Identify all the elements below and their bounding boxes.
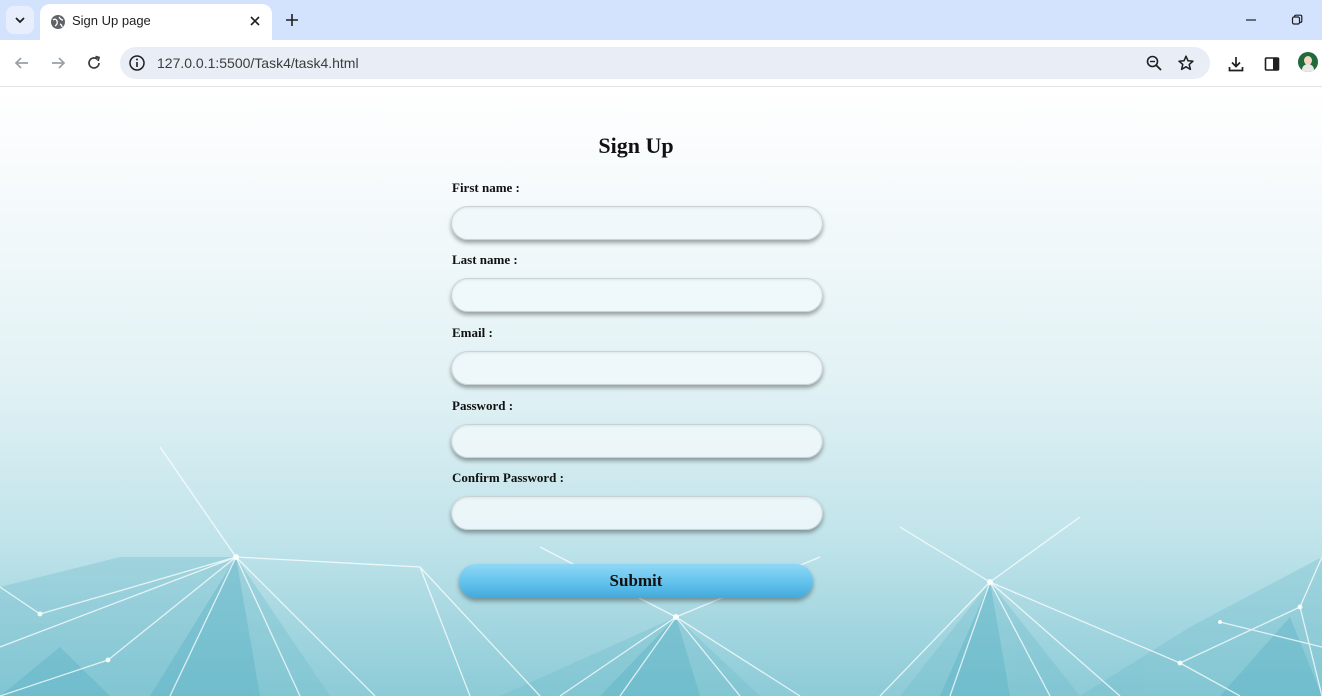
side-panel-button[interactable] <box>1261 53 1283 75</box>
page-viewport: Sign Up First name : Last name : Email :… <box>0 87 1322 696</box>
reload-icon <box>88 55 101 69</box>
tab-search-button[interactable] <box>6 6 34 34</box>
restore-button[interactable] <box>1285 8 1309 32</box>
side-panel-icon <box>1264 57 1280 71</box>
globe-icon <box>51 15 65 29</box>
browser-toolbar: 127.0.0.1:5500/Task4/task4.html <box>0 40 1322 87</box>
password-input[interactable] <box>451 424 823 458</box>
back-button[interactable] <box>10 51 34 75</box>
avatar-body <box>1302 64 1314 72</box>
bookmark-button[interactable] <box>1176 53 1196 73</box>
submit-button[interactable]: Submit <box>459 564 813 598</box>
info-icon[interactable] <box>128 54 146 72</box>
confirm-password-input[interactable] <box>451 496 823 530</box>
confirm-password-label: Confirm Password : <box>452 470 564 485</box>
email-input[interactable] <box>451 351 823 385</box>
zoom-button[interactable] <box>1144 53 1164 73</box>
first-name-input[interactable] <box>451 206 823 240</box>
arrow-right-icon <box>52 57 66 69</box>
form-title: Sign Up <box>598 133 674 158</box>
forward-button[interactable] <box>46 51 70 75</box>
last-name-label: Last name : <box>452 252 518 267</box>
reload-button[interactable] <box>82 51 106 75</box>
zoom-out-icon <box>1146 55 1162 71</box>
download-icon <box>1228 57 1244 72</box>
password-label: Password : <box>452 398 514 413</box>
active-tab[interactable]: Sign Up page <box>40 4 272 40</box>
tab-strip: Sign Up page <box>0 0 1322 40</box>
plus-icon <box>286 14 298 26</box>
address-bar[interactable]: 127.0.0.1:5500/Task4/task4.html <box>120 47 1210 79</box>
profile-avatar[interactable] <box>1298 52 1318 72</box>
new-tab-button[interactable] <box>281 9 303 31</box>
downloads-button[interactable] <box>1225 53 1247 75</box>
restore-icon <box>1291 14 1303 25</box>
email-label: Email : <box>452 325 493 340</box>
minimize-button[interactable] <box>1239 8 1263 32</box>
star-icon <box>1178 55 1194 71</box>
minimize-icon <box>1246 19 1256 21</box>
arrow-left-icon <box>14 57 28 69</box>
close-tab-button[interactable] <box>246 12 264 30</box>
close-icon <box>250 16 260 26</box>
polygon-network-background <box>0 446 1322 696</box>
tab-title: Sign Up page <box>72 13 151 28</box>
chevron-down-icon <box>15 17 25 24</box>
last-name-input[interactable] <box>451 278 823 312</box>
first-name-label: First name : <box>452 180 520 195</box>
url-text[interactable]: 127.0.0.1:5500/Task4/task4.html <box>157 55 359 71</box>
